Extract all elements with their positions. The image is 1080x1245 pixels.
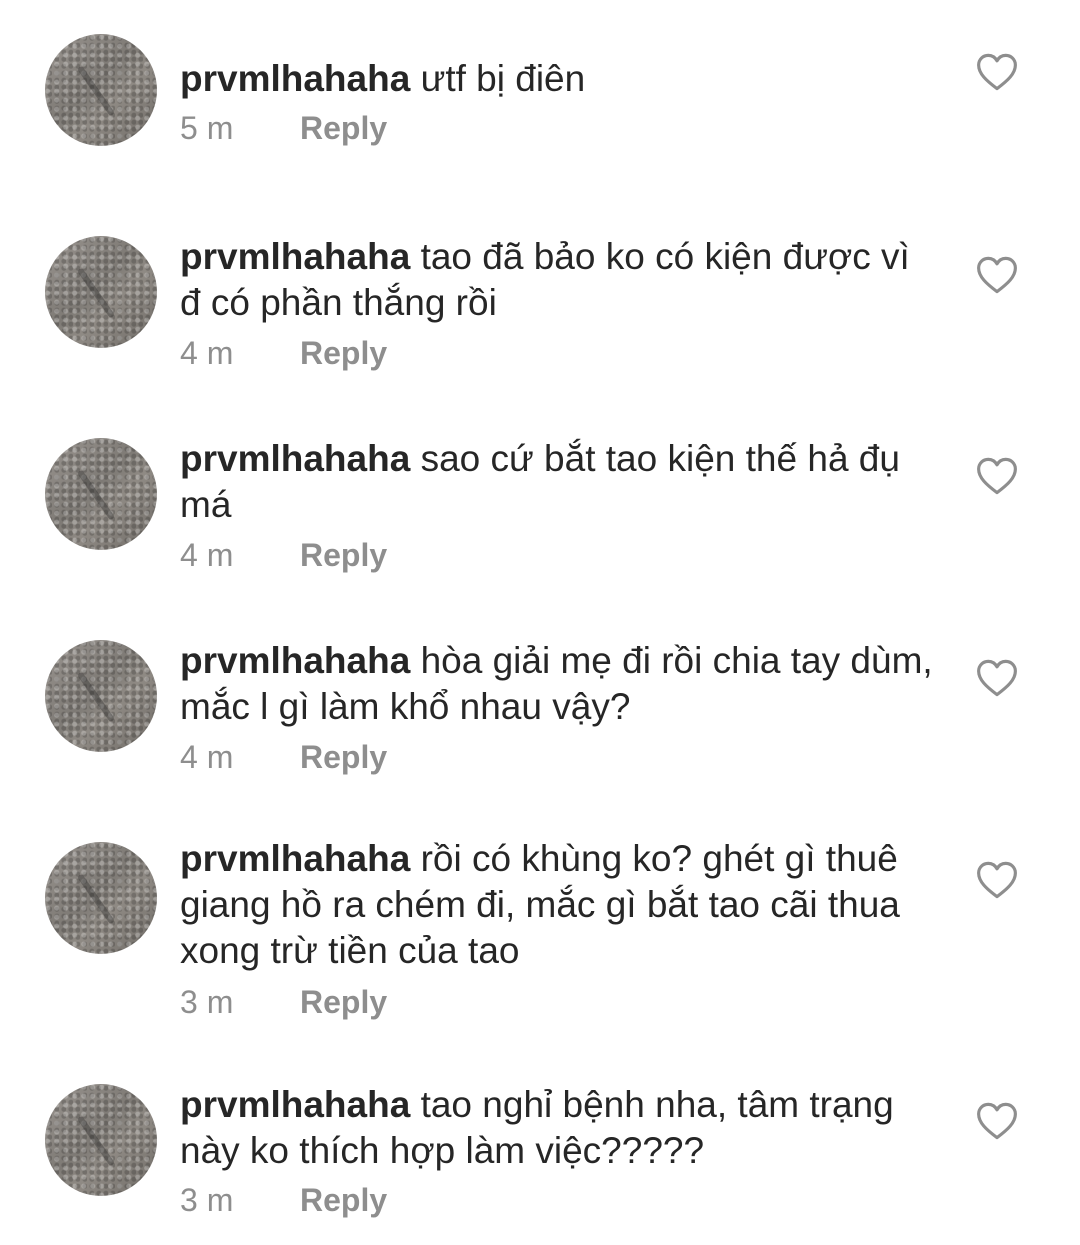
comment-text: prvmlhahaha ưtf bị điên <box>180 56 940 102</box>
heart-outline-icon[interactable] <box>976 860 1018 900</box>
avatar-image-detail <box>76 873 116 925</box>
avatar-image-detail <box>76 469 116 521</box>
avatar[interactable] <box>45 842 157 954</box>
heart-outline-icon[interactable] <box>976 255 1018 295</box>
comment-meta: 3 m Reply <box>180 983 387 1021</box>
comment-username[interactable]: prvmlhahaha <box>180 236 410 277</box>
comment-username[interactable]: prvmlhahaha <box>180 640 410 681</box>
comment-text: prvmlhahaha tao nghỉ bệnh nha, tâm trạng… <box>180 1082 940 1174</box>
comment-time: 4 m <box>180 335 234 371</box>
comment-meta: 4 m Reply <box>180 334 387 372</box>
comment-time: 5 m <box>180 110 234 146</box>
comment-text: prvmlhahaha tao đã bảo ko có kiện được v… <box>180 234 940 326</box>
reply-button[interactable]: Reply <box>300 983 387 1021</box>
reply-button[interactable]: Reply <box>300 334 387 372</box>
comment-username[interactable]: prvmlhahaha <box>180 58 410 99</box>
comment-text: prvmlhahaha sao cứ bắt tao kiện thế hả đ… <box>180 436 940 528</box>
avatar-image-detail <box>76 65 116 117</box>
comment-username[interactable]: prvmlhahaha <box>180 438 410 479</box>
heart-outline-icon[interactable] <box>976 1101 1018 1141</box>
reply-button[interactable]: Reply <box>300 536 387 574</box>
comment-time: 3 m <box>180 984 234 1020</box>
avatar-image-detail <box>76 267 116 319</box>
comment-time: 3 m <box>180 1182 234 1218</box>
comment-meta: 4 m Reply <box>180 536 387 574</box>
avatar[interactable] <box>45 236 157 348</box>
comment-body: ưtf bị điên <box>420 58 586 99</box>
avatar-image-detail <box>76 1115 116 1167</box>
reply-button[interactable]: Reply <box>300 738 387 776</box>
avatar[interactable] <box>45 438 157 550</box>
comment-text: prvmlhahaha hòa giải mẹ đi rồi chia tay … <box>180 638 940 730</box>
comment-meta: 3 m Reply <box>180 1181 387 1219</box>
heart-outline-icon[interactable] <box>976 658 1018 698</box>
avatar-image-detail <box>76 671 116 723</box>
reply-button[interactable]: Reply <box>300 109 387 147</box>
comment-username[interactable]: prvmlhahaha <box>180 1084 410 1125</box>
avatar[interactable] <box>45 34 157 146</box>
comment-time: 4 m <box>180 739 234 775</box>
avatar[interactable] <box>45 640 157 752</box>
reply-button[interactable]: Reply <box>300 1181 387 1219</box>
comment-meta: 4 m Reply <box>180 738 387 776</box>
heart-outline-icon[interactable] <box>976 52 1018 92</box>
comment-time: 4 m <box>180 537 234 573</box>
comment-text: prvmlhahaha rồi có khùng ko? ghét gì thu… <box>180 836 940 974</box>
avatar[interactable] <box>45 1084 157 1196</box>
heart-outline-icon[interactable] <box>976 456 1018 496</box>
comment-meta: 5 m Reply <box>180 109 387 147</box>
comment-username[interactable]: prvmlhahaha <box>180 838 410 879</box>
